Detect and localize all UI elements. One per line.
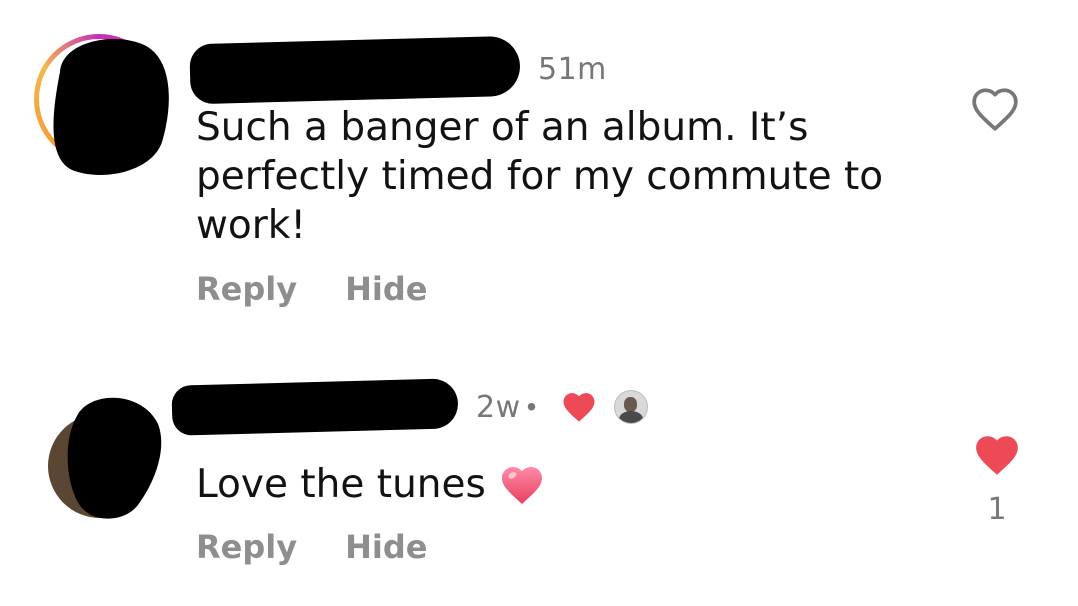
avatar[interactable] (46, 384, 166, 524)
comment-item: 51m Such a banger of an album. It’s perf… (0, 0, 1078, 330)
like-count[interactable]: 1 (987, 492, 1006, 527)
heart-outline-icon[interactable] (970, 86, 1020, 132)
comment-text-line: work! (196, 203, 307, 248)
comment-meta: 2w • (171, 378, 649, 436)
comment-actions: Reply Hide (196, 270, 427, 308)
comment-meta: 51m (189, 35, 607, 105)
heart-emoji-icon (501, 466, 542, 504)
reply-button[interactable]: Reply (196, 270, 297, 308)
avatar[interactable] (34, 34, 170, 176)
username-redaction (189, 35, 521, 105)
author-avatar (614, 390, 649, 424)
comment-text: Such a banger of an album. It’s perfectl… (196, 103, 883, 250)
comment-timestamp: 51m (538, 51, 607, 87)
author-avatar-face (624, 397, 638, 412)
avatar-redaction (67, 397, 162, 519)
comment-text-line: Such a banger of an album. It’s (196, 105, 809, 150)
username-redaction (171, 378, 459, 436)
like-column (970, 86, 1020, 132)
meta-separator: • (526, 391, 537, 422)
avatar-redaction (53, 39, 169, 175)
liked-by-author-heart-icon (563, 393, 595, 422)
comment-item: 2w • Love the tunes Reply Hide 1 (0, 360, 1078, 606)
like-column: 1 (972, 432, 1022, 527)
hide-button[interactable]: Hide (345, 270, 427, 308)
comment-actions: Reply Hide (196, 528, 427, 566)
hide-button[interactable]: Hide (345, 528, 427, 566)
reply-button[interactable]: Reply (196, 528, 297, 566)
comment-text: Love the tunes (196, 460, 546, 509)
heart-filled-icon[interactable] (972, 432, 1022, 478)
comment-text-line: perfectly timed for my commute to (196, 154, 884, 199)
author-avatar-shoulders (619, 411, 644, 423)
comment-timestamp: 2w (476, 389, 521, 425)
comment-text-line: Love the tunes (196, 462, 486, 507)
